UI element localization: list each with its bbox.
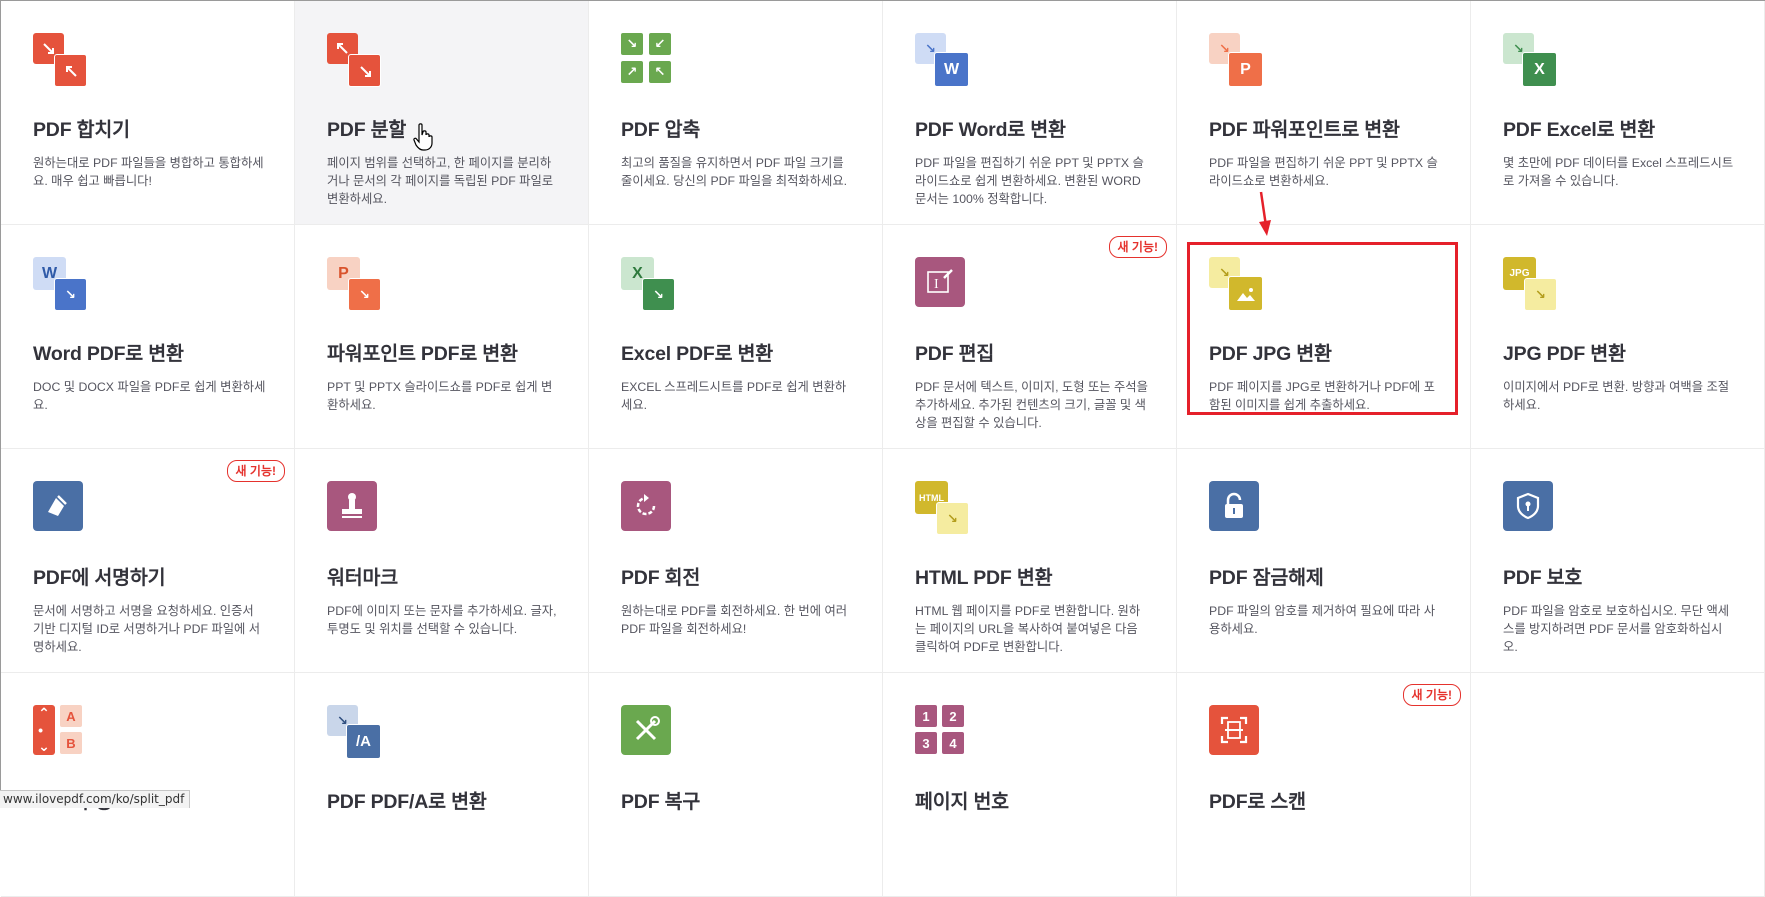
tool-description: PDF 파일을 편집하기 쉬운 PPT 및 PPTX 슬라이드쇼로 변환하세요. <box>1209 156 1438 188</box>
tool-description: PDF 파일을 편집하기 쉬운 PPT 및 PPTX 슬라이드쇼로 쉽게 변환하… <box>915 156 1144 206</box>
pdf-to-jpg-icon: ↘ <box>1209 257 1263 311</box>
tools-grid: PDF 합치기 원하는대로 PDF 파일들을 병합하고 통합하세요. 매우 쉽고… <box>1 1 1765 897</box>
rotate-icon <box>621 481 673 533</box>
tool-card-pdf-to-jpg[interactable]: ↘ PDF JPG 변환 PDF 페이지를 JPG로 변환하거나 PDF에 포함… <box>1177 225 1471 449</box>
jpg-to-pdf-icon: JPG ↘ <box>1503 257 1557 311</box>
merge-icon <box>33 33 87 87</box>
page-numbers-icon: 1 2 3 4 <box>915 705 967 757</box>
tool-description: 원하는대로 PDF를 회전하세요. 한 번에 여러 PDF 파일을 회전하세요! <box>621 604 848 636</box>
tool-title: PDF 잠금해제 <box>1209 567 1324 589</box>
tool-card-pdf-to-powerpoint[interactable]: ↘ P PDF 파워포인트로 변환 PDF 파일을 편집하기 쉬운 PPT 및 … <box>1177 1 1471 225</box>
tool-title: JPG PDF 변환 <box>1503 343 1626 365</box>
tool-title: PDF Excel로 변환 <box>1503 119 1656 141</box>
tool-description: PPT 및 PPTX 슬라이드쇼를 PDF로 쉽게 변환하세요. <box>327 380 553 412</box>
tool-title: PDF 파워포인트로 변환 <box>1209 119 1400 141</box>
pdf-to-excel-icon: ↘ X <box>1503 33 1557 87</box>
watermark-icon <box>327 481 379 533</box>
excel-to-pdf-icon: X ↘ <box>621 257 675 311</box>
tool-title: 워터마크 <box>327 567 398 589</box>
tool-description: HTML 웹 페이지를 PDF로 변환합니다. 원하는 페이지의 URL을 복사… <box>915 604 1141 654</box>
tool-title: 파워포인트 PDF로 변환 <box>327 343 518 365</box>
tool-card-protect[interactable]: PDF 보호 PDF 파일을 암호로 보호하십시오. 무단 액세스를 방지하려면… <box>1471 449 1765 673</box>
tool-title: PDF로 스캔 <box>1209 791 1306 813</box>
word-to-pdf-icon: W ↘ <box>33 257 87 311</box>
tool-title: PDF 분할 <box>327 119 407 141</box>
tool-title: PDF PDF/A로 변환 <box>327 791 487 813</box>
tool-description: 페이지 범위를 선택하고, 한 페이지를 분리하거나 문서의 각 페이지를 독립… <box>327 156 554 206</box>
tool-card-pdf-to-excel[interactable]: ↘ X PDF Excel로 변환 몇 초만에 PDF 데이터를 Excel 스… <box>1471 1 1765 225</box>
sign-icon <box>33 481 85 533</box>
tool-description: PDF 문서에 텍스트, 이미지, 도형 또는 주석을 추가하세요. 추가된 컨… <box>915 380 1148 430</box>
repair-icon <box>621 705 673 757</box>
tool-description: PDF 파일을 암호로 보호하십시오. 무단 액세스를 방지하려면 PDF 문서… <box>1503 604 1730 654</box>
compress-icon: ↘ ↙ ↗ ↖ <box>621 33 673 85</box>
tool-description: PDF 페이지를 JPG로 변환하거나 PDF에 포함된 이미지를 쉽게 추출하… <box>1209 380 1435 412</box>
tool-card-edit-pdf[interactable]: 새 기능! I PDF 편집 PDF 문서에 텍스트, 이미지, 도형 또는 주… <box>883 225 1177 449</box>
tool-card-page-numbers[interactable]: 1 2 3 4 페이지 번호 <box>883 673 1177 897</box>
unlock-icon <box>1209 481 1261 533</box>
tool-description: 원하는대로 PDF 파일들을 병합하고 통합하세요. 매우 쉽고 빠릅니다! <box>33 156 264 188</box>
split-icon <box>327 33 381 87</box>
tool-description: 몇 초만에 PDF 데이터를 Excel 스프레드시트로 가져올 수 있습니다. <box>1503 156 1734 188</box>
protect-icon <box>1503 481 1555 533</box>
tool-card-watermark[interactable]: 워터마크 PDF에 이미지 또는 문자를 추가하세요. 글자, 투명도 및 위치… <box>295 449 589 673</box>
tool-description: 문서에 서명하고 서명을 요청하세요. 인증서 기반 디지털 ID로 서명하거나… <box>33 604 261 654</box>
tool-card-powerpoint-to-pdf[interactable]: P ↘ 파워포인트 PDF로 변환 PPT 및 PPTX 슬라이드쇼를 PDF로… <box>295 225 589 449</box>
pdf-to-word-icon: ↘ W <box>915 33 969 87</box>
tool-title: 페이지 번호 <box>915 791 1009 813</box>
tool-title: Word PDF로 변환 <box>33 343 184 365</box>
tool-card-scan[interactable]: 새 기능! PDF로 스캔 <box>1177 673 1471 897</box>
tool-card-merge[interactable]: PDF 합치기 원하는대로 PDF 파일들을 병합하고 통합하세요. 매우 쉽고… <box>1 1 295 225</box>
tool-description: EXCEL 스프레드시트를 PDF로 쉽게 변환하세요. <box>621 380 847 412</box>
new-feature-badge: 새 기능! <box>226 460 285 482</box>
tool-card-unlock[interactable]: PDF 잠금해제 PDF 파일의 암호를 제거하여 필요에 따라 사용하세요. <box>1177 449 1471 673</box>
tool-description: 이미지에서 PDF로 변환. 방향과 여백을 조절하세요. <box>1503 380 1730 412</box>
tool-description: PDF에 이미지 또는 문자를 추가하세요. 글자, 투명도 및 위치를 선택할… <box>327 604 557 636</box>
tool-title: PDF 편집 <box>915 343 995 365</box>
tool-title: PDF 보호 <box>1503 567 1583 589</box>
tool-card-word-to-pdf[interactable]: W ↘ Word PDF로 변환 DOC 및 DOCX 파일을 PDF로 쉽게 … <box>1 225 295 449</box>
tool-card-jpg-to-pdf[interactable]: JPG ↘ JPG PDF 변환 이미지에서 PDF로 변환. 방향과 여백을 … <box>1471 225 1765 449</box>
tool-title: PDF 압축 <box>621 119 701 141</box>
tool-card-organize[interactable]: ⌃•⌄ A B PDF 구성 <box>1 673 295 897</box>
tool-card-repair[interactable]: PDF 복구 <box>589 673 883 897</box>
tool-title: PDF에 서명하기 <box>33 567 166 589</box>
tool-title: PDF JPG 변환 <box>1209 343 1332 365</box>
new-feature-badge: 새 기능! <box>1402 684 1461 706</box>
tool-card-split[interactable]: PDF 분할 페이지 범위를 선택하고, 한 페이지를 분리하거나 문서의 각 … <box>295 1 589 225</box>
tool-title: HTML PDF 변환 <box>915 567 1053 589</box>
tool-description: 최고의 품질을 유지하면서 PDF 파일 크기를 줄이세요. 당신의 PDF 파… <box>621 156 848 188</box>
empty-card <box>1471 673 1765 897</box>
tool-title: PDF Word로 변환 <box>915 119 1066 141</box>
status-bar-url: www.ilovepdf.com/ko/split_pdf <box>0 790 191 808</box>
new-feature-badge: 새 기능! <box>1108 236 1167 258</box>
tool-title: PDF 회전 <box>621 567 701 589</box>
scan-icon <box>1209 705 1261 757</box>
tool-title: Excel PDF로 변환 <box>621 343 774 365</box>
tool-card-pdf-to-pdfa[interactable]: ↘ /A PDF PDF/A로 변환 <box>295 673 589 897</box>
tool-card-excel-to-pdf[interactable]: X ↘ Excel PDF로 변환 EXCEL 스프레드시트를 PDF로 쉽게 … <box>589 225 883 449</box>
tool-description: PDF 파일의 암호를 제거하여 필요에 따라 사용하세요. <box>1209 604 1436 636</box>
tool-card-rotate[interactable]: PDF 회전 원하는대로 PDF를 회전하세요. 한 번에 여러 PDF 파일을… <box>589 449 883 673</box>
edit-pdf-icon: I <box>915 257 967 309</box>
tool-card-sign[interactable]: 새 기능! PDF에 서명하기 문서에 서명하고 서명을 요청하세요. 인증서 … <box>1 449 295 673</box>
html-to-pdf-icon: HTML ↘ <box>915 481 969 535</box>
tool-title: PDF 합치기 <box>33 119 130 141</box>
tool-title: PDF 복구 <box>621 791 701 813</box>
tool-description: DOC 및 DOCX 파일을 PDF로 쉽게 변환하세요. <box>33 380 266 412</box>
pdf-to-pdfa-icon: ↘ /A <box>327 705 381 759</box>
tool-card-pdf-to-word[interactable]: ↘ W PDF Word로 변환 PDF 파일을 편집하기 쉬운 PPT 및 P… <box>883 1 1177 225</box>
tool-card-html-to-pdf[interactable]: HTML ↘ HTML PDF 변환 HTML 웹 페이지를 PDF로 변환합니… <box>883 449 1177 673</box>
svg-text:I: I <box>934 277 939 292</box>
pdf-to-powerpoint-icon: ↘ P <box>1209 33 1263 87</box>
tool-card-compress[interactable]: ↘ ↙ ↗ ↖ PDF 압축 최고의 품질을 유지하면서 PDF 파일 크기를 … <box>589 1 883 225</box>
organize-icon: ⌃ • ⌄ A B <box>33 705 85 757</box>
powerpoint-to-pdf-icon: P ↘ <box>327 257 381 311</box>
